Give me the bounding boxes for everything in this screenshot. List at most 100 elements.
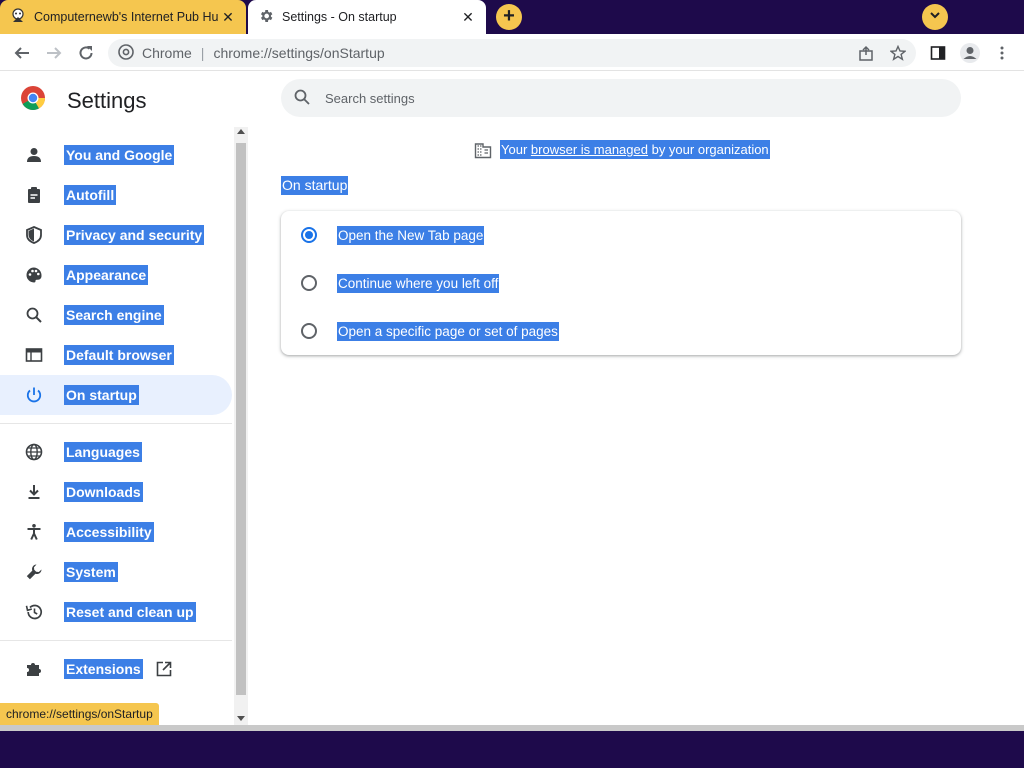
share-icon	[859, 45, 873, 61]
settings-search-bar[interactable]	[281, 79, 961, 117]
arrow-left-icon	[14, 47, 29, 59]
startup-option-continue[interactable]: Continue where you left off	[281, 259, 961, 307]
startup-options-card: Open the New Tab page Continue where you…	[281, 211, 961, 355]
sidebar-divider	[0, 640, 232, 641]
sidebar-item-label: System	[64, 562, 118, 582]
reload-icon	[79, 46, 93, 60]
tab-close-icon[interactable]: ✕	[220, 9, 236, 26]
star-icon	[890, 45, 906, 61]
accessibility-icon	[24, 522, 44, 542]
sidebar-item-label: Accessibility	[64, 522, 154, 542]
sidebar-item-you-and-google[interactable]: You and Google	[0, 135, 232, 175]
sidebar-item-system[interactable]: System	[0, 552, 232, 592]
search-icon	[293, 88, 311, 109]
side-panel-button[interactable]	[926, 41, 950, 65]
radio-button[interactable]	[301, 275, 317, 291]
tab-title: Settings - On startup	[282, 10, 397, 24]
sidebar-item-on-startup[interactable]: On startup	[0, 375, 232, 415]
status-bubble: chrome://settings/onStartup	[0, 703, 159, 725]
reset-icon	[24, 602, 44, 622]
sidebar-item-appearance[interactable]: Appearance	[0, 255, 232, 295]
download-icon	[24, 482, 44, 502]
new-tab-button[interactable]: +	[496, 4, 522, 30]
puzzle-icon	[24, 659, 44, 679]
sidebar-item-downloads[interactable]: Downloads	[0, 472, 232, 512]
managed-prefix: Your	[501, 142, 528, 157]
startup-option-new-tab[interactable]: Open the New Tab page	[281, 211, 961, 259]
palette-icon	[24, 265, 44, 285]
omnibox-url[interactable]: chrome://settings/onStartup	[213, 45, 384, 61]
sidebar-item-languages[interactable]: Languages	[0, 432, 232, 472]
radio-button-checked[interactable]	[301, 227, 317, 243]
globe-icon	[24, 442, 44, 462]
avatar-icon	[960, 43, 980, 63]
chrome-icon	[118, 43, 134, 63]
chevron-down-icon	[928, 8, 942, 27]
window-bottom-edge	[0, 725, 1024, 731]
arrow-right-icon	[47, 47, 62, 59]
sidebar-item-privacy[interactable]: Privacy and security	[0, 215, 232, 255]
address-bar[interactable]: Chrome | chrome://settings/onStartup	[108, 39, 916, 67]
sidebar-item-label: Appearance	[64, 265, 149, 285]
bookmark-button[interactable]	[886, 41, 910, 65]
back-button[interactable]	[10, 41, 34, 65]
building-icon	[474, 141, 492, 159]
menu-button[interactable]	[990, 41, 1014, 65]
page-title: Settings	[67, 87, 147, 113]
sidebar-item-reset[interactable]: Reset and clean up	[0, 592, 232, 632]
search-icon	[24, 305, 44, 325]
tab-strip: Computernewb's Internet Pub Hu ✕ Setting…	[0, 0, 1024, 34]
tab-title: Computernewb's Internet Pub Hu	[34, 10, 219, 24]
sidebar-item-autofill[interactable]: Autofill	[0, 175, 232, 215]
sidebar-item-label: On startup	[64, 385, 139, 405]
shield-icon	[24, 225, 44, 245]
forward-button[interactable]	[42, 41, 66, 65]
managed-suffix: by your organization	[651, 142, 769, 157]
settings-page: Settings You and Google Autofill Privacy…	[0, 71, 1024, 725]
browser-window-icon	[24, 345, 44, 365]
sidebar-item-label: Search engine	[64, 305, 164, 325]
tab-close-icon[interactable]: ✕	[460, 9, 476, 26]
sidebar-scrollbar[interactable]	[234, 127, 248, 725]
startup-option-specific-pages[interactable]: Open a specific page or set of pages	[281, 307, 961, 355]
computernewb-favicon-icon	[10, 7, 26, 27]
radio-label: Open the New Tab page	[337, 225, 485, 245]
managed-text: Your browser is managed by your organiza…	[500, 140, 770, 159]
reload-button[interactable]	[74, 41, 98, 65]
tab-search-button[interactable]	[922, 4, 948, 30]
sidebar-item-accessibility[interactable]: Accessibility	[0, 512, 232, 552]
search-input[interactable]	[325, 90, 925, 106]
settings-header: Settings	[20, 85, 147, 116]
sidebar-item-label: Reset and clean up	[64, 602, 196, 622]
sidebar-item-label: Languages	[64, 442, 142, 462]
sidebar-item-label: Privacy and security	[64, 225, 205, 245]
settings-sidebar: You and Google Autofill Privacy and secu…	[0, 127, 248, 725]
managed-link[interactable]: browser is managed	[531, 142, 648, 157]
radio-button[interactable]	[301, 323, 317, 339]
profile-button[interactable]	[958, 41, 982, 65]
sidebar-item-search-engine[interactable]: Search engine	[0, 295, 232, 335]
sidebar-item-label: Autofill	[64, 185, 117, 205]
sidebar-item-label: You and Google	[64, 145, 175, 165]
sidebar-item-extensions[interactable]: Extensions	[0, 649, 232, 689]
gear-icon	[258, 8, 274, 27]
open-in-new-icon	[155, 660, 173, 678]
radio-label: Continue where you left off	[337, 273, 500, 293]
sidebar-item-label: Default browser	[64, 345, 174, 365]
tab-settings[interactable]: Settings - On startup ✕	[248, 0, 486, 34]
sidebar-item-label: Extensions	[64, 659, 143, 679]
scroll-up-arrow-icon[interactable]	[237, 129, 245, 134]
chrome-logo-icon	[20, 85, 46, 116]
wrench-icon	[24, 562, 44, 582]
sidebar-divider	[0, 423, 232, 424]
kebab-menu-icon	[1000, 46, 1004, 60]
share-button[interactable]	[854, 41, 878, 65]
scrollbar-thumb[interactable]	[236, 143, 246, 695]
scroll-down-arrow-icon[interactable]	[237, 716, 245, 721]
tab-computernewb[interactable]: Computernewb's Internet Pub Hu ✕	[0, 0, 246, 34]
browser-toolbar: Chrome | chrome://settings/onStartup	[0, 34, 1024, 71]
managed-notice: Your browser is managed by your organiza…	[474, 140, 770, 159]
omnibox-separator: |	[200, 45, 205, 61]
omnibox-chip: Chrome	[142, 45, 192, 61]
sidebar-item-default-browser[interactable]: Default browser	[0, 335, 232, 375]
